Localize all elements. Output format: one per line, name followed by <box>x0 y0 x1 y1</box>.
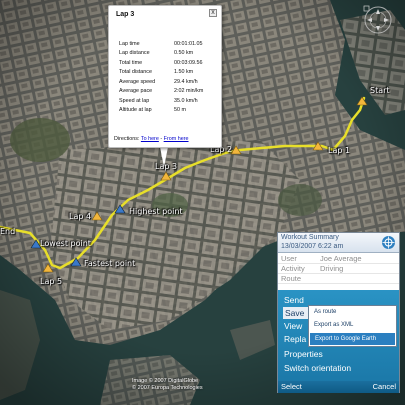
lap-stats: Lap time 00:01:01.05 Lap distance 0.50 km … <box>119 39 219 115</box>
close-icon[interactable]: x <box>209 9 217 17</box>
stat-row: Total time 00:03:09.56 <box>119 58 219 68</box>
submenu-export-xml[interactable]: Export as XML <box>309 319 396 332</box>
directions: Directions: To here - From here <box>114 136 189 142</box>
stat-row: Total distance 1.50 km <box>119 68 219 78</box>
stat-value: 35.0 km/h <box>174 97 198 104</box>
stat-value: 2:02 min/km <box>174 88 204 95</box>
menu-item-properties[interactable]: Properties <box>284 348 364 360</box>
copyright-line: © 2007 Europa Technologies <box>132 385 203 391</box>
pin-label-lap1[interactable]: Lap 1 <box>328 146 350 156</box>
stat-row: Altitude at lap 50 m <box>119 106 219 116</box>
navigation-control[interactable] <box>356 4 400 38</box>
workout-datetime: 13/03/2007 6:22 am <box>281 242 344 250</box>
pin-label-fastest[interactable]: Fastest point <box>84 259 135 269</box>
stat-row: Average pace 2:02 min/km <box>119 87 219 97</box>
stat-label: Average speed <box>119 78 156 85</box>
pin-label-end[interactable]: End <box>0 227 15 237</box>
menu-item-save[interactable]: Save <box>283 307 311 319</box>
directions-prefix: Directions: <box>114 136 140 142</box>
map-copyright: Image © 2007 DigitalGlobe © 2007 Europa … <box>132 378 203 392</box>
from-here-link[interactable]: From here <box>164 136 189 142</box>
info-row: User Joe Average <box>278 254 399 264</box>
info-row: Activity Driving <box>278 264 399 274</box>
target-icon <box>382 236 395 249</box>
stat-label: Total time <box>119 59 143 66</box>
info-row: Route <box>278 274 399 284</box>
stat-row: Lap distance 0.50 km <box>119 49 219 59</box>
stat-row: Speed at lap 35.0 km/h <box>119 96 219 106</box>
stat-label: Altitude at lap <box>119 107 152 114</box>
submenu-export-google-earth[interactable]: Export to Google Earth <box>310 333 395 345</box>
stat-row: Lap time 00:01:01.05 <box>119 39 219 49</box>
info-key: Route <box>281 274 302 283</box>
stat-value: 50 m <box>174 107 186 114</box>
copyright-line: Image © 2007 DigitalGlobe <box>132 378 199 384</box>
softkey-bar: Select Cancel <box>278 381 399 393</box>
stat-row: Average speed 29.4 km/h <box>119 77 219 87</box>
stat-label: Lap time <box>119 40 140 47</box>
cancel-softkey[interactable]: Cancel <box>373 381 396 393</box>
stat-label: Total distance <box>119 69 152 76</box>
stat-label: Speed at lap <box>119 97 150 104</box>
pin-label-lowest[interactable]: Lowest point <box>40 239 91 249</box>
balloon-tail <box>160 147 168 167</box>
stat-value: 1.50 km <box>174 69 194 76</box>
stat-value: 29.4 km/h <box>174 78 198 85</box>
info-value: Driving <box>320 264 344 273</box>
workout-info: User Joe Average Activity Driving Route <box>278 254 399 284</box>
info-value: Joe Average <box>320 254 362 263</box>
pin-label-lap4[interactable]: Lap 4 <box>69 212 91 222</box>
submenu-as-route[interactable]: As route <box>309 306 396 319</box>
pin-label-start[interactable]: Start <box>370 86 390 96</box>
stat-value: 00:03:09.56 <box>174 59 203 66</box>
directions-separator: - <box>160 136 163 142</box>
stat-label: Average pace <box>119 88 153 95</box>
info-key: User <box>281 254 297 263</box>
info-key: Activity <box>281 264 305 273</box>
pin-label-lap5[interactable]: Lap 5 <box>40 277 62 287</box>
to-here-link[interactable]: To here <box>141 136 159 142</box>
balloon-title: Lap 3 <box>116 11 135 18</box>
stat-label: Lap distance <box>119 50 150 57</box>
lap-info-balloon: Lap 3 x Lap time 00:01:01.05 Lap distance… <box>108 5 222 148</box>
info-value <box>320 274 399 283</box>
menu-item-switch-orientation[interactable]: Switch orientation <box>284 362 394 374</box>
workout-summary-title: Workout Summary <box>281 234 339 241</box>
workout-summary-header: Workout Summary 13/03/2007 6:22 am <box>278 233 399 253</box>
save-submenu: As route Export as XML Export to Google … <box>308 305 397 347</box>
select-softkey[interactable]: Select <box>281 381 302 393</box>
pin-label-highest[interactable]: Highest point <box>129 207 183 217</box>
stat-value: 00:01:01.05 <box>174 40 203 47</box>
stat-value: 0.50 km <box>174 50 194 57</box>
